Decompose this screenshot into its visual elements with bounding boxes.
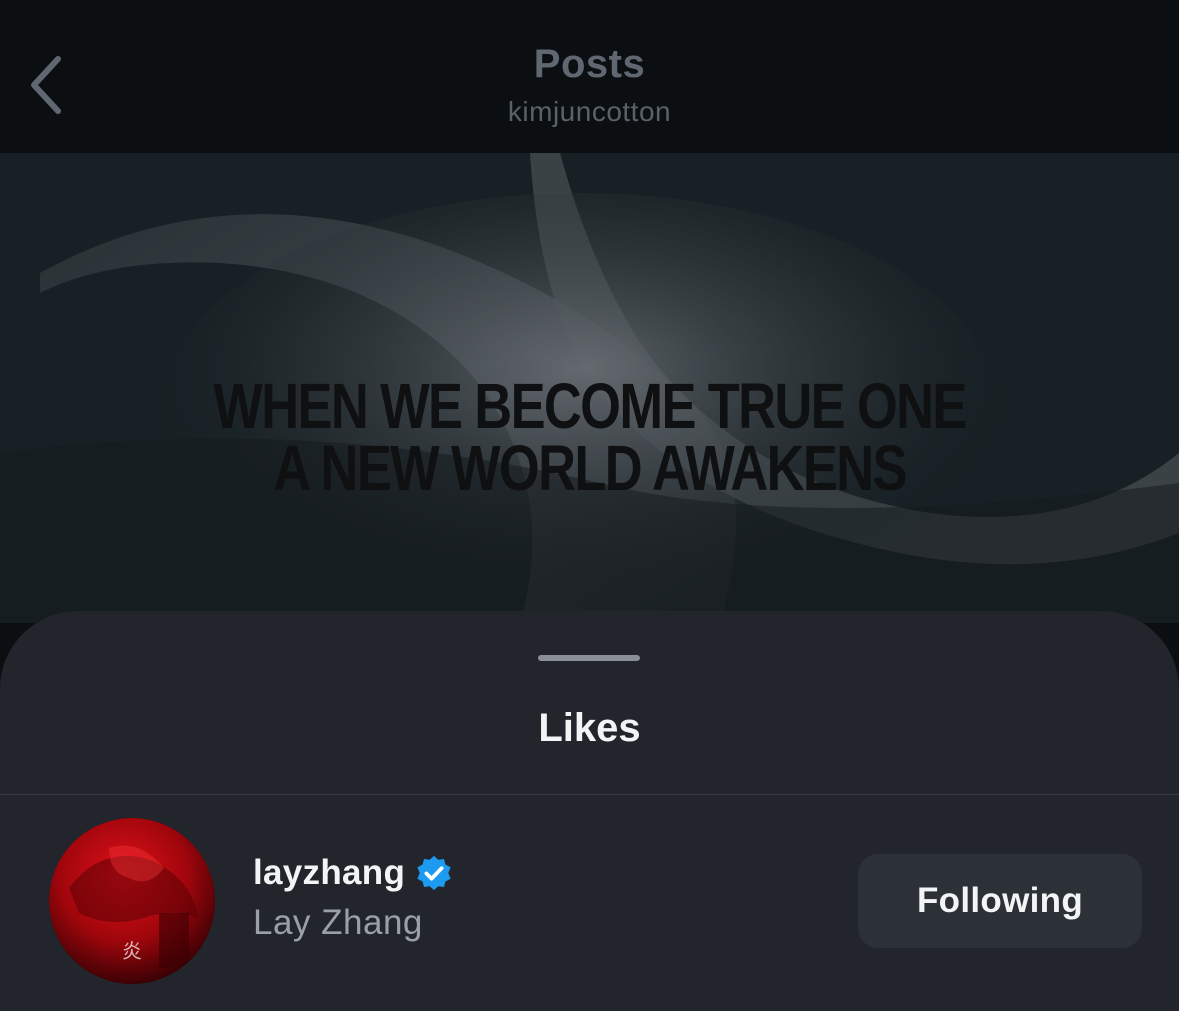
top-bar: Posts kimjuncotton [0, 0, 1179, 153]
avatar[interactable]: 炎 [49, 818, 215, 984]
following-button[interactable]: Following [858, 854, 1142, 948]
svg-text:炎: 炎 [122, 939, 142, 963]
avatar-image: 炎 [49, 818, 215, 984]
likes-sheet: Likes 炎 layzhang Lay Zhang Following [0, 611, 1179, 1011]
caption-line-1: WHEN WE BECOME TRUE ONE [213, 370, 967, 442]
list-item[interactable]: 炎 layzhang Lay Zhang Following [0, 795, 1179, 1011]
page-subtitle: kimjuncotton [507, 96, 672, 127]
full-name: Lay Zhang [253, 903, 423, 942]
sheet-grabber[interactable] [538, 655, 640, 661]
caption-line-2: A NEW WORLD AWAKENS [273, 432, 907, 504]
page-title: Posts [533, 42, 646, 86]
verified-badge-icon [415, 854, 453, 892]
username-line: layzhang [253, 853, 453, 893]
post-caption: WHEN WE BECOME TRUE ONE A NEW WORLD AWAK… [106, 370, 1073, 504]
username[interactable]: layzhang [253, 853, 405, 893]
post-image[interactable]: WHEN WE BECOME TRUE ONE A NEW WORLD AWAK… [0, 153, 1179, 623]
sheet-title: Likes [538, 706, 641, 750]
likes-screen: Posts kimjuncotton WHEN WE BECOME TRUE O… [0, 0, 1179, 1011]
